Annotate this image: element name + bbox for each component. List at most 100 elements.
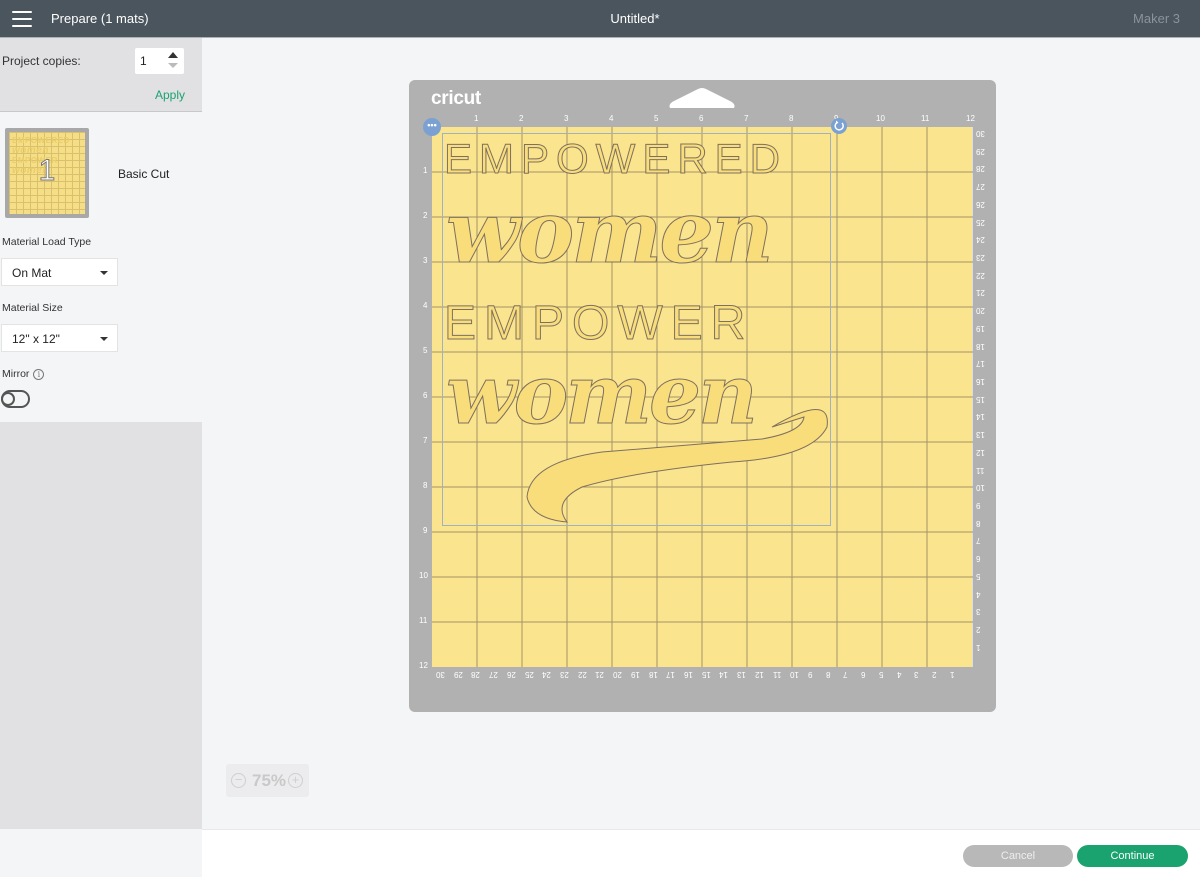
mat-number: 1 (38, 154, 56, 188)
ruler-bottom-cm-label: 7 (843, 670, 848, 679)
ruler-bottom-cm-label: 15 (701, 670, 711, 679)
zoom-out-icon[interactable]: − (231, 773, 246, 788)
zoom-level: 75% (252, 771, 287, 790)
ruler-left-label: 1 (423, 166, 428, 175)
ruler-bottom-cm-label: 14 (719, 670, 729, 679)
ruler-bottom-cm-label: 3 (914, 670, 919, 679)
ruler-left-label: 11 (419, 616, 428, 625)
mat-grid: EMPOWERED women EMPOWER women (432, 127, 973, 667)
mirror-toggle[interactable] (1, 390, 30, 408)
ruler-bottom-cm-label: 17 (666, 670, 676, 679)
material-load-type-label: Material Load Type (2, 236, 92, 248)
mat-name: Basic Cut (118, 167, 170, 181)
ruler-top-label: 10 (876, 114, 885, 123)
ruler-top-label: 6 (699, 114, 704, 123)
cutting-mat: cricut 123456789101112123456789101112302… (409, 80, 996, 712)
design-text-empowered[interactable]: EMPOWERED (444, 135, 787, 183)
ruler-right-cm-label: 1 (976, 642, 981, 652)
ruler-right-cm-label: 28 (976, 164, 985, 174)
ruler-top-label: 4 (609, 114, 614, 123)
ruler-bottom-cm-label: 22 (577, 670, 587, 679)
ruler-right-cm-label: 7 (976, 536, 981, 546)
ruler-left-label: 2 (423, 211, 428, 220)
ruler-top-label: 7 (744, 114, 749, 123)
cricut-logo: cricut (431, 88, 481, 109)
ruler-bottom-cm-label: 12 (754, 670, 764, 679)
ruler-top-label: 12 (966, 114, 975, 123)
mirror-label-row: Mirror i (2, 368, 45, 380)
ruler-right-cm-label: 23 (976, 253, 985, 263)
material-size-value: 12" x 12" (12, 332, 60, 346)
ruler-right-cm-label: 15 (976, 394, 985, 404)
ruler-right-cm-label: 22 (976, 270, 985, 280)
zoom-control: − 75% + (226, 764, 309, 797)
material-size-select[interactable]: 12" x 12" (1, 324, 118, 352)
ruler-top-label: 8 (789, 114, 794, 123)
ruler-bottom-cm-label: 6 (861, 670, 866, 679)
ruler-left-label: 6 (423, 391, 428, 400)
ruler-bottom-cm-label: 4 (896, 670, 902, 679)
ruler-bottom-cm-label: 24 (542, 670, 552, 679)
ruler-right-cm-label: 16 (976, 377, 985, 387)
ruler-right-cm-label: 8 (976, 518, 981, 528)
document-title: Untitled* (610, 11, 660, 26)
mat-thumbnail[interactable]: EMPOWERED women EMPOWER women 1 (5, 128, 89, 218)
ruler-bottom-cm-label: 13 (737, 670, 747, 679)
ruler-right-cm-label: 26 (976, 199, 985, 209)
machine-name[interactable]: Maker 3 (1133, 11, 1180, 26)
ruler-bottom-cm-label: 1 (949, 670, 955, 679)
chevron-down-icon (100, 337, 108, 341)
apply-button[interactable]: Apply (155, 88, 185, 102)
rotate-icon[interactable] (831, 118, 847, 134)
ruler-right-cm-label: 29 (976, 146, 985, 156)
ruler-right-cm-label: 5 (976, 571, 981, 581)
ruler-bottom-cm-label: 11 (772, 670, 781, 679)
ruler-bottom-cm-label: 10 (790, 670, 800, 679)
ruler-bottom-cm-label: 5 (878, 670, 884, 679)
ruler-right-cm-label: 17 (976, 359, 985, 369)
ruler-right-cm-label: 9 (976, 501, 981, 511)
design-text-women-2[interactable]: women (446, 347, 759, 444)
ruler-bottom-cm-label: 16 (684, 670, 693, 679)
material-load-type-select[interactable]: On Mat (1, 258, 118, 286)
more-dots-icon[interactable]: ••• (423, 118, 441, 136)
ruler-right-cm-label: 14 (976, 412, 985, 422)
ruler-right-cm-label: 21 (976, 288, 985, 298)
ruler-left-label: 7 (423, 436, 428, 445)
ruler-right-cm-label: 20 (976, 306, 985, 316)
mat-list: EMPOWERED women EMPOWER women 1 Basic Cu… (0, 112, 202, 422)
mat-thumbnail-surface: EMPOWERED women EMPOWER women 1 (9, 132, 85, 214)
ruler-left-label: 5 (423, 346, 428, 355)
project-copies-input[interactable]: 1 (135, 48, 184, 74)
chevron-down-icon (100, 271, 108, 275)
ruler-left-label: 3 (423, 256, 428, 265)
project-copies-value[interactable]: 1 (140, 54, 147, 68)
ruler-bottom-cm-label: 18 (648, 670, 658, 679)
cancel-button[interactable]: Cancel (963, 845, 1073, 867)
ruler-right-cm-label: 19 (976, 323, 985, 333)
ruler-top-label: 1 (474, 114, 479, 123)
continue-button[interactable]: Continue (1077, 845, 1188, 867)
toggle-knob (1, 392, 15, 406)
design-text-women-1[interactable]: women (446, 182, 775, 284)
info-icon[interactable]: i (33, 368, 45, 380)
project-copies-panel: Project copies: 1 Apply (0, 38, 202, 112)
ruler-right-cm-label: 6 (976, 554, 981, 564)
ruler-bottom-cm-label: 26 (506, 670, 516, 679)
project-copies-label: Project copies: (2, 54, 81, 68)
ruler-bottom-cm-label: 9 (808, 670, 813, 679)
zoom-in-icon[interactable]: + (288, 773, 303, 788)
ruler-top-label: 3 (564, 114, 569, 123)
design-artwork[interactable]: EMPOWERED women EMPOWER women (432, 127, 973, 667)
mat-handle-icon (669, 88, 735, 108)
design-text-empower[interactable]: EMPOWER (444, 297, 753, 351)
increment-icon[interactable] (168, 52, 178, 58)
decrement-icon[interactable] (168, 63, 178, 68)
ruler-left-label: 12 (419, 661, 428, 670)
left-panel-filler (0, 422, 202, 829)
ruler-right-cm-label: 4 (976, 589, 981, 599)
ruler-bottom-cm-label: 21 (595, 670, 605, 679)
ruler-bottom-cm-label: 23 (560, 670, 569, 679)
mirror-label: Mirror (2, 368, 30, 380)
ruler-top-label: 5 (654, 114, 659, 123)
